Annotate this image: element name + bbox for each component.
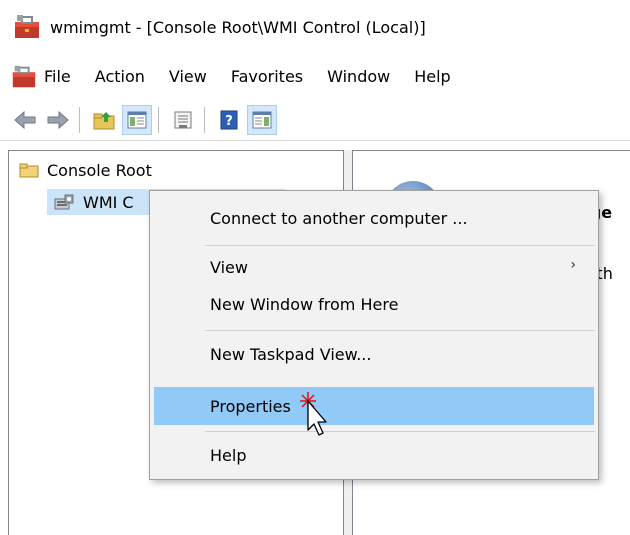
menu-item-new-window[interactable]: New Window from Here xyxy=(154,285,594,323)
system-menu-icon[interactable] xyxy=(10,63,38,91)
toolbar-separator xyxy=(204,107,205,133)
mouse-cursor-icon xyxy=(300,392,327,436)
tree-item-label: Console Root xyxy=(47,160,152,180)
menu-item-new-taskpad-view[interactable]: New Taskpad View... xyxy=(154,335,594,373)
up-folder-icon xyxy=(93,112,115,130)
menu-item-label: New Window from Here xyxy=(210,294,399,314)
menu-item-label: Help xyxy=(210,445,247,465)
menu-view[interactable]: View xyxy=(157,62,219,92)
back-arrow-icon xyxy=(14,110,36,130)
back-button[interactable] xyxy=(10,105,40,135)
menu-item-label: Connect to another computer ... xyxy=(210,208,468,228)
properties-button[interactable] xyxy=(168,105,198,135)
forward-button[interactable] xyxy=(43,105,73,135)
menu-favorites[interactable]: Favorites xyxy=(219,62,315,92)
svg-text:?: ? xyxy=(225,114,233,129)
help-icon: ? xyxy=(220,110,238,130)
show-hide-tree-button[interactable] xyxy=(122,105,152,135)
show-hide-action-pane-icon xyxy=(252,111,272,129)
menu-bar: File Action View Favorites Window Help xyxy=(0,58,630,96)
title-bar: wmimgmt - [Console Root\WMI Control (Loc… xyxy=(0,0,630,54)
toolbar-separator xyxy=(79,107,80,133)
submenu-arrow-icon: › xyxy=(570,257,576,273)
up-one-level-button[interactable] xyxy=(89,105,119,135)
context-menu: Connect to another computer ... View › N… xyxy=(149,190,599,480)
menu-item-view[interactable]: View › xyxy=(154,248,594,286)
menu-window[interactable]: Window xyxy=(315,62,402,92)
menu-file[interactable]: File xyxy=(38,62,83,92)
menu-separator xyxy=(205,330,595,331)
tree-item-console-root[interactable]: Console Root xyxy=(19,157,152,183)
menu-item-connect[interactable]: Connect to another computer ... xyxy=(154,199,594,237)
toolbar: ? xyxy=(0,100,630,141)
forward-arrow-icon xyxy=(47,110,69,130)
menu-item-label: View xyxy=(210,257,248,277)
wmi-control-icon xyxy=(54,194,74,210)
menu-item-help[interactable]: Help xyxy=(154,436,594,474)
menu-item-label: New Taskpad View... xyxy=(210,344,372,364)
show-hide-tree-icon xyxy=(127,111,147,129)
show-hide-action-pane-button[interactable] xyxy=(247,105,277,135)
window-title: wmimgmt - [Console Root\WMI Control (Loc… xyxy=(50,17,426,37)
properties-icon xyxy=(174,111,192,129)
menu-item-properties[interactable]: Properties xyxy=(154,387,594,425)
folder-icon xyxy=(19,163,39,178)
help-button[interactable]: ? xyxy=(214,105,244,135)
menu-action[interactable]: Action xyxy=(83,62,157,92)
toolbar-separator xyxy=(158,107,159,133)
toolbox-icon xyxy=(15,15,39,38)
menu-help[interactable]: Help xyxy=(402,62,462,92)
menu-item-label: Properties xyxy=(210,396,291,416)
tree-item-label: WMI C xyxy=(83,192,134,212)
menu-separator xyxy=(205,245,595,246)
menu-separator xyxy=(205,431,595,432)
